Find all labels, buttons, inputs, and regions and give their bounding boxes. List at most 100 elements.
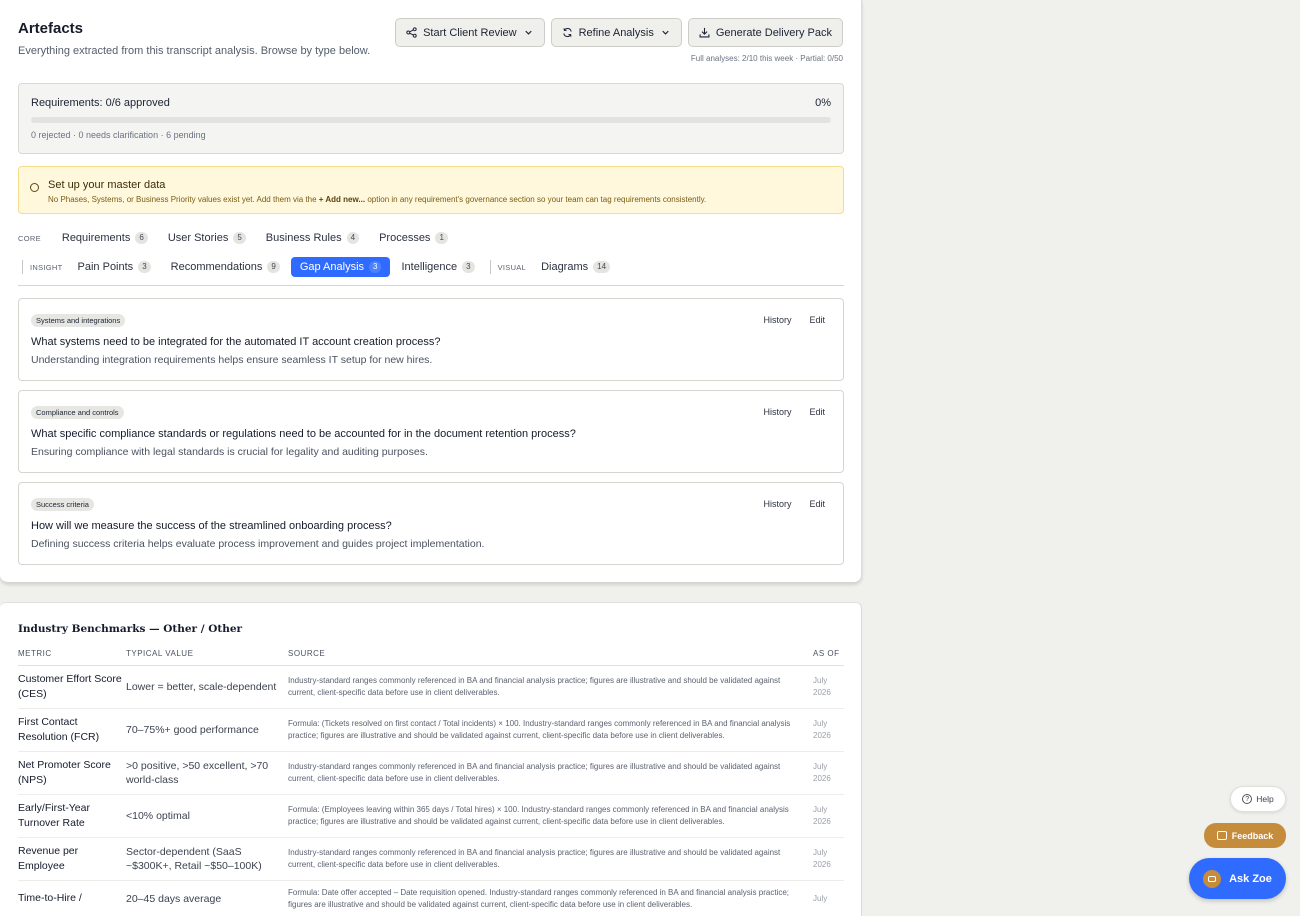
tab-count: 14 — [593, 261, 611, 273]
source-cell: Industry-standard ranges commonly refere… — [288, 837, 813, 881]
as-of-cell: July 2026 — [813, 751, 844, 795]
share-icon — [406, 27, 417, 38]
source-cell: Formula: (Employees leaving within 365 d… — [288, 794, 813, 838]
tab-count: 3 — [462, 261, 475, 273]
gap-category-tag: Compliance and controls — [31, 406, 124, 419]
benchmarks-table: METRIC TYPICAL VALUE SOURCE AS OF Custom… — [18, 643, 844, 916]
tab-processes[interactable]: Processes 1 — [370, 228, 457, 248]
tab-diagrams[interactable]: Diagrams 14 — [532, 257, 619, 277]
benchmarks-panel: Industry Benchmarks — Other / Other METR… — [0, 602, 862, 916]
table-row: Time-to-Hire / 20–45 days average Formul… — [18, 880, 844, 916]
gap-actions: History Edit — [763, 499, 825, 509]
metric-cell: Customer Effort Score (CES) — [18, 665, 126, 709]
tab-count: 3 — [369, 261, 382, 273]
metric-cell: Time-to-Hire / — [18, 880, 126, 916]
gap-card: Compliance and controls History Edit Wha… — [18, 390, 844, 473]
add-new-link[interactable]: + Add new... — [319, 195, 365, 204]
metric-cell: First Contact Resolution (FCR) — [18, 708, 126, 752]
toolbar: Start Client Review Refine Analysis Gene… — [395, 18, 843, 47]
core-group-label: CORE — [18, 233, 41, 243]
edit-button[interactable]: Edit — [809, 407, 825, 417]
gap-actions: History Edit — [763, 315, 825, 325]
alert-text-after: option in any requirement's governance s… — [367, 195, 707, 204]
gap-description: Understanding integration requirements h… — [31, 354, 433, 366]
column-header-source: SOURCE — [288, 643, 813, 666]
generate-delivery-pack-label: Generate Delivery Pack — [715, 26, 832, 39]
tab-label: Business Rules — [265, 232, 342, 244]
requirements-approval-card: Requirements: 0/6 approved 0% 0 rejected… — [18, 83, 844, 154]
ask-zoe-button[interactable]: Ask Zoe — [1189, 858, 1286, 899]
gap-question: What specific compliance standards or re… — [31, 428, 576, 440]
alert-title: Set up your master data — [48, 179, 166, 191]
page-subtitle: Everything extracted from this transcrip… — [18, 45, 371, 57]
table-row: Early/First-Year Turnover Rate <10% opti… — [18, 794, 844, 838]
visual-group-label: VISUAL — [497, 262, 527, 272]
tab-count: 9 — [267, 261, 280, 273]
gap-card: Success criteria History Edit How will w… — [18, 482, 844, 565]
tab-count: 1 — [435, 232, 448, 244]
gap-category-tag: Systems and integrations — [31, 314, 126, 327]
table-header-row: METRIC TYPICAL VALUE SOURCE AS OF — [18, 643, 844, 666]
requirements-approval-percent: 0% — [815, 97, 831, 109]
gap-actions: History Edit — [763, 407, 825, 417]
table-row: First Contact Resolution (FCR) 70–75%+ g… — [18, 708, 844, 752]
history-button[interactable]: History — [763, 499, 791, 509]
tab-group-divider — [22, 260, 23, 274]
tab-intelligence[interactable]: Intelligence 3 — [392, 257, 483, 277]
refresh-icon — [562, 28, 572, 37]
page-title: Artefacts — [18, 20, 84, 37]
alert-text: No Phases, Systems, or Business Priority… — [48, 195, 706, 204]
tab-business-rules[interactable]: Business Rules 4 — [257, 228, 368, 248]
source-cell: Industry-standard ranges commonly refere… — [288, 751, 813, 795]
history-button[interactable]: History — [763, 407, 791, 417]
tab-count: 4 — [346, 232, 360, 244]
feedback-label: Feedback — [1231, 830, 1274, 841]
feedback-icon — [1216, 831, 1227, 840]
table-row: Net Promoter Score (NPS) >0 positive, >5… — [18, 751, 844, 795]
requirements-progress-bar — [31, 117, 831, 123]
core-tab-row: CORE Requirements 6 User Stories 5 Busin… — [18, 226, 459, 250]
source-cell: Formula: (Tickets resolved on first cont… — [288, 708, 813, 752]
source-cell: Industry-standard ranges commonly refere… — [288, 665, 813, 709]
typical-value-cell: Lower = better, scale-dependent — [126, 665, 288, 709]
tab-gap-analysis[interactable]: Gap Analysis 3 — [290, 257, 391, 277]
bot-icon — [1203, 869, 1222, 888]
feedback-button[interactable]: Feedback — [1204, 823, 1286, 848]
gap-description: Ensuring compliance with legal standards… — [31, 446, 428, 458]
start-client-review-button[interactable]: Start Client Review — [395, 18, 545, 47]
tab-recommendations[interactable]: Recommendations 9 — [162, 257, 289, 277]
chevron-down-icon — [662, 30, 669, 35]
generate-delivery-pack-button[interactable]: Generate Delivery Pack — [687, 18, 843, 47]
tab-user-stories[interactable]: User Stories 5 — [159, 228, 255, 248]
settings-icon — [30, 183, 39, 192]
metric-cell: Net Promoter Score (NPS) — [18, 751, 126, 795]
edit-button[interactable]: Edit — [809, 315, 825, 325]
refine-analysis-label: Refine Analysis — [578, 26, 654, 39]
requirements-approval-title: Requirements: 0/6 approved — [31, 97, 170, 109]
refine-analysis-button[interactable]: Refine Analysis — [550, 18, 682, 47]
typical-value-cell: 70–75%+ good performance — [126, 708, 288, 752]
tab-count: 3 — [138, 261, 151, 273]
history-button[interactable]: History — [763, 315, 791, 325]
as-of-cell: July 2026 — [813, 708, 844, 752]
tab-pain-points[interactable]: Pain Points 3 — [69, 257, 160, 277]
tab-label: Recommendations — [170, 261, 263, 273]
source-cell: Formula: Date offer accepted – Date requ… — [288, 880, 813, 916]
tab-label: Intelligence — [401, 261, 458, 273]
typical-value-cell: >0 positive, >50 excellent, >70 world-cl… — [126, 751, 288, 795]
help-icon: ? — [1242, 794, 1253, 804]
tab-requirements[interactable]: Requirements 6 — [55, 228, 157, 248]
metric-cell: Early/First-Year Turnover Rate — [18, 794, 126, 838]
help-button[interactable]: ? Help — [1230, 786, 1286, 812]
alert-text-before: No Phases, Systems, or Business Priority… — [48, 195, 317, 204]
typical-value-cell: 20–45 days average — [126, 880, 288, 916]
as-of-cell: July 2026 — [813, 837, 844, 881]
edit-button[interactable]: Edit — [809, 499, 825, 509]
insight-visual-tab-row: INSIGHT Pain Points 3 Recommendations 9 … — [18, 255, 621, 279]
gap-category-tag: Success criteria — [31, 498, 94, 511]
as-of-cell: July 2026 — [813, 665, 844, 709]
typical-value-cell: <10% optimal — [126, 794, 288, 838]
requirements-approval-meta: 0 rejected · 0 needs clarification · 6 p… — [31, 130, 206, 140]
master-data-alert: Set up your master data No Phases, Syste… — [18, 166, 844, 214]
column-header-typical-value: TYPICAL VALUE — [126, 643, 288, 666]
